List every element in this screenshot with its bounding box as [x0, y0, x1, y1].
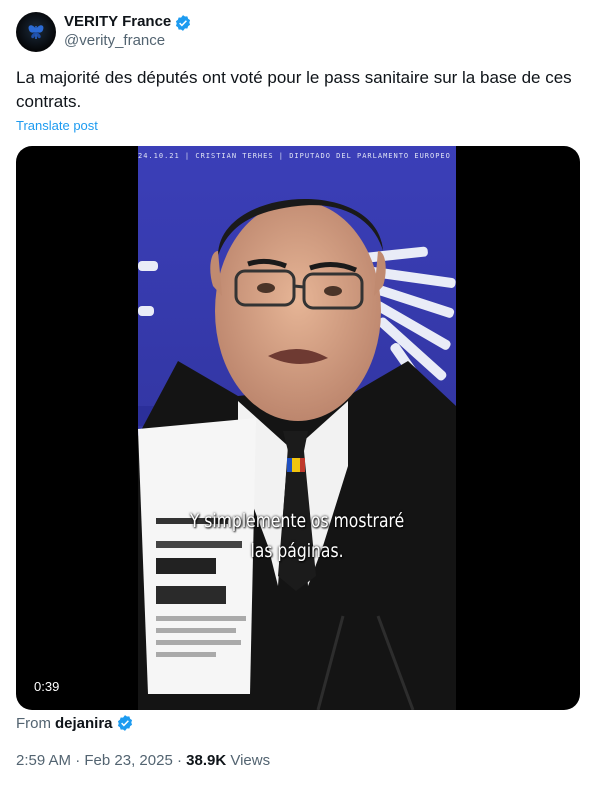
post-time[interactable]: 2:59 AM: [16, 752, 71, 769]
views-label: Views: [230, 752, 271, 769]
meta-separator: ·: [75, 752, 85, 769]
translate-post-link[interactable]: Translate post: [16, 118, 98, 133]
subtitle-line-2: las páginas.: [250, 540, 344, 562]
post-header: VERITY France @verity_france: [16, 12, 192, 52]
author-handle[interactable]: @verity_france: [64, 32, 192, 51]
video-still-image: [138, 146, 456, 710]
views-count: 38.9K: [186, 752, 227, 769]
source-prefix: From: [16, 714, 51, 732]
post-date[interactable]: Feb 23, 2025: [84, 752, 172, 769]
subtitle-line-1: Y simplemente os mostraré: [189, 510, 405, 532]
meta-separator: ·: [176, 752, 187, 769]
video-top-caption: 24.10.21 | CRISTIAN TERHES | DIPUTADO DE…: [138, 152, 456, 160]
post-meta: 2:59 AM · Feb 23, 2025 · 38.9K Views: [16, 752, 270, 769]
video-player[interactable]: 24.10.21 | CRISTIAN TERHES | DIPUTADO DE…: [16, 146, 580, 710]
verified-badge-icon: [117, 715, 132, 731]
author-display-name[interactable]: VERITY France: [64, 13, 171, 32]
verified-badge-icon: [176, 14, 191, 31]
source-name-link[interactable]: dejanira: [55, 715, 113, 732]
source-attribution: From dejanira: [16, 714, 134, 732]
butterfly-logo-icon: [28, 25, 44, 39]
post-text: La majorité des députés ont voté pour le…: [16, 68, 572, 111]
video-frame: 24.10.21 | CRISTIAN TERHES | DIPUTADO DE…: [138, 146, 456, 710]
video-subtitle: Y simplemente os mostraré las páginas.: [167, 506, 428, 566]
avatar[interactable]: [16, 12, 56, 52]
video-duration-badge: 0:39: [28, 677, 66, 696]
